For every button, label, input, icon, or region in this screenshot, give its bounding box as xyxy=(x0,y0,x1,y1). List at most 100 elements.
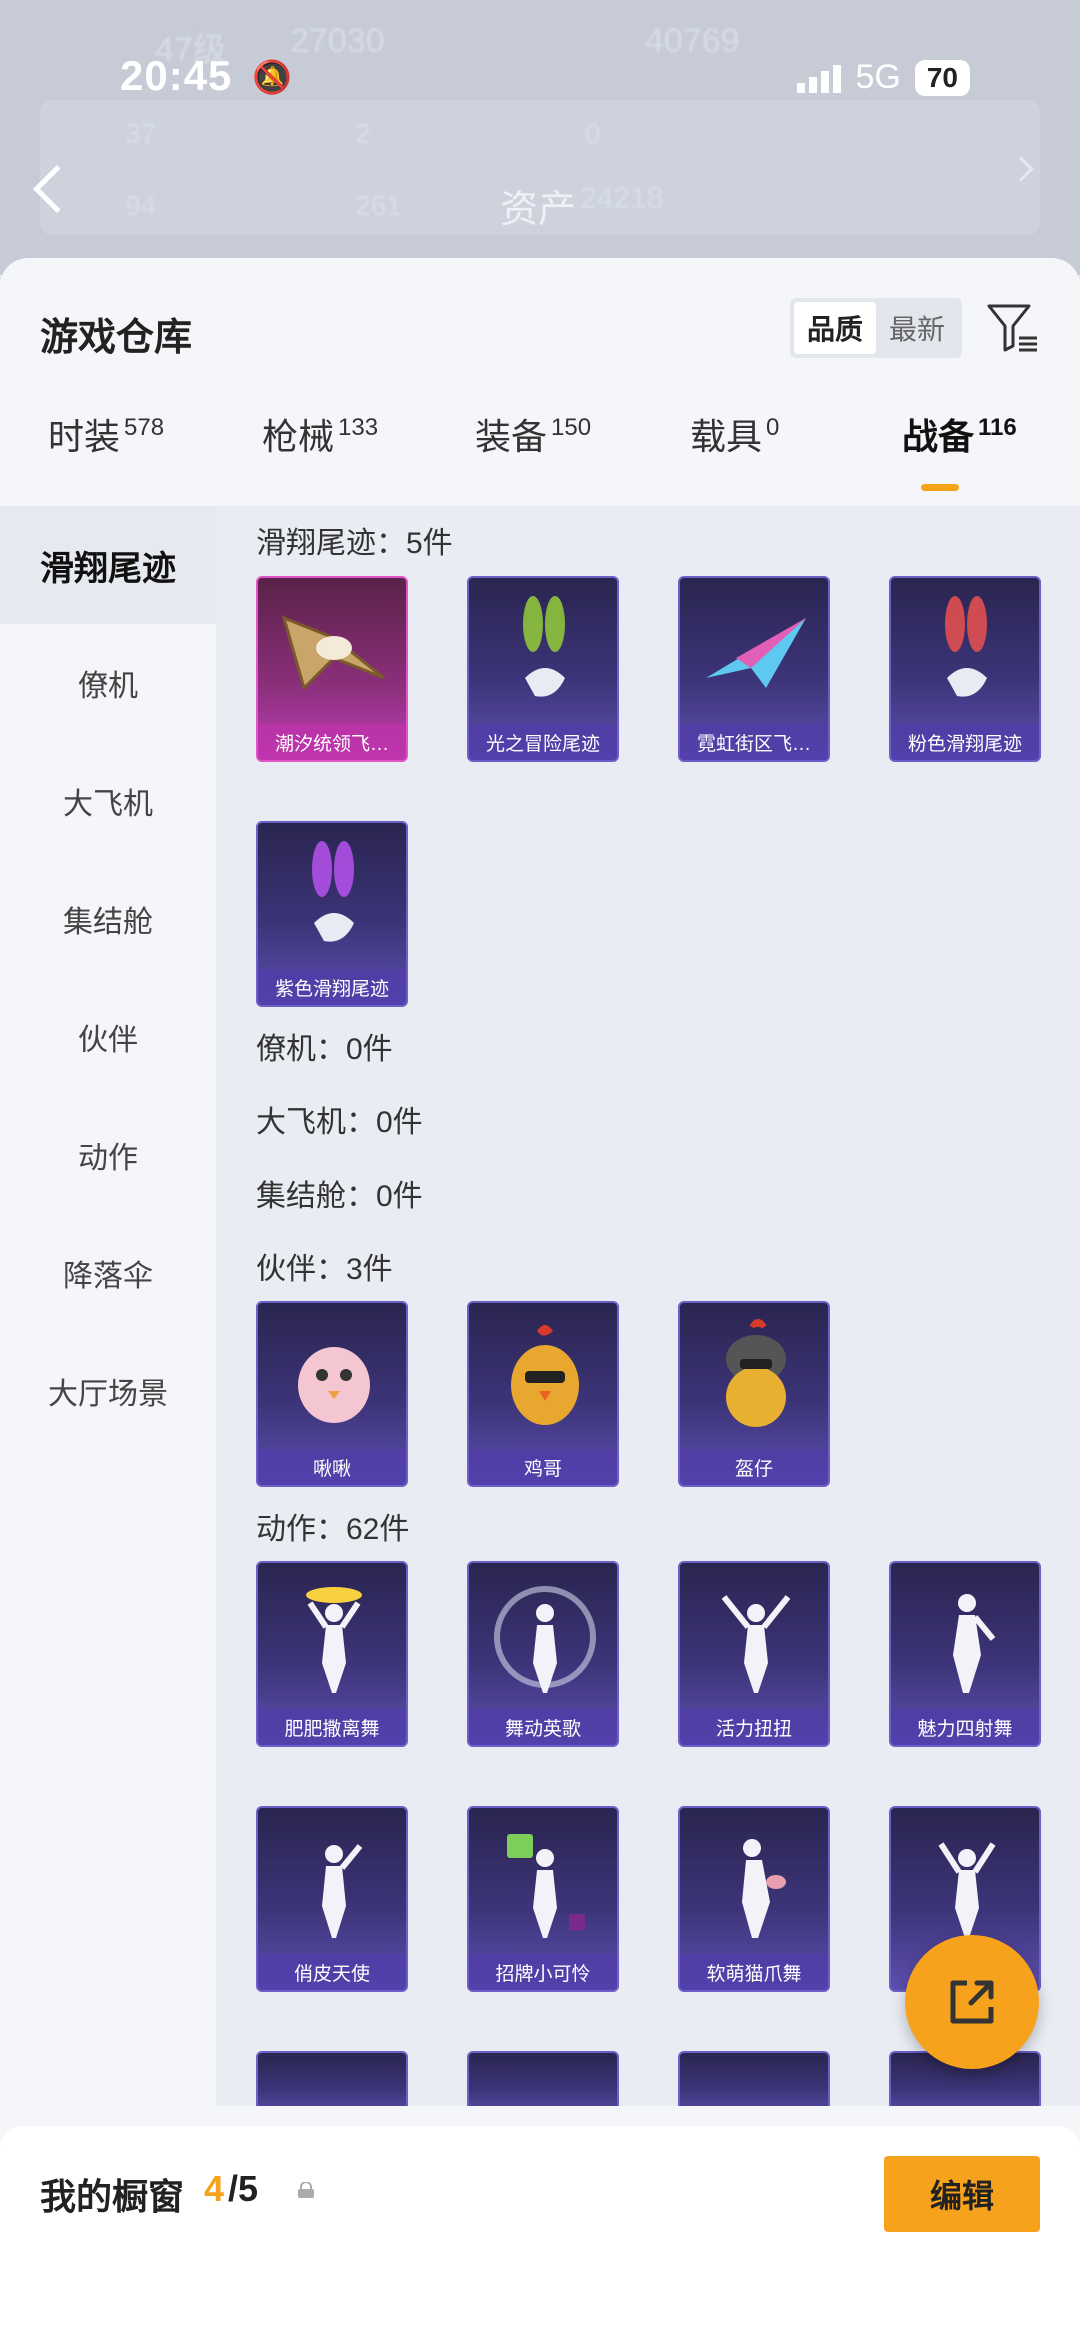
helmet-pet-icon xyxy=(726,1319,786,1427)
item-card[interactable]: 盔仔 xyxy=(678,1301,830,1487)
item-card[interactable] xyxy=(678,2051,830,2106)
item-card[interactable] xyxy=(467,2051,619,2106)
mute-icon: 🔕 xyxy=(252,59,292,95)
item-label: 招牌小可怜 xyxy=(469,1954,617,1990)
sidebar-item-plane[interactable]: 大飞机 xyxy=(0,742,216,860)
item-label: 紫色滑翔尾迹 xyxy=(258,969,406,1005)
showcase-label: 我的橱窗 xyxy=(40,2176,185,2217)
item-card[interactable]: 光之冒险尾迹 xyxy=(467,576,619,762)
tab-vehicles[interactable]: 载具 0 xyxy=(690,408,779,460)
filter-icon[interactable] xyxy=(985,300,1041,356)
tab-count: 133 xyxy=(338,414,379,441)
section-title: 僚机：0件 xyxy=(256,1033,393,1066)
dancer-icon xyxy=(953,1594,996,1693)
section-title: 集结舱：0件 xyxy=(256,1180,423,1213)
item-card[interactable]: 紫色滑翔尾迹 xyxy=(256,821,408,1007)
sidebar-item-glide[interactable]: 滑翔尾迹 xyxy=(0,506,216,624)
tab-count: 150 xyxy=(551,414,592,441)
tab-battle-gear[interactable]: 战备 116 xyxy=(902,408,1017,460)
sidebar-item-pod[interactable]: 集结舱 xyxy=(0,860,216,978)
item-label: 魅力四射舞 xyxy=(891,1709,1039,1745)
item-label: 粉色滑翔尾迹 xyxy=(891,724,1039,760)
assets-value: 24218 xyxy=(580,182,664,215)
item-label: 鸡哥 xyxy=(469,1449,617,1485)
lock-icon xyxy=(298,2182,314,2198)
item-card[interactable]: 肥肥撒离舞 xyxy=(256,1561,408,1747)
edit-button[interactable]: 编辑 xyxy=(884,2156,1040,2232)
tab-label: 装备 xyxy=(475,416,548,457)
bird-pet-icon xyxy=(298,1347,370,1423)
stat-value: 2 xyxy=(355,118,371,149)
item-card[interactable]: 魅力四射舞 xyxy=(889,1561,1041,1747)
item-card[interactable]: 粉色滑翔尾迹 xyxy=(889,576,1041,762)
item-card[interactable]: 舞动英歌 xyxy=(467,1561,619,1747)
smoke-trail-icon xyxy=(945,596,987,697)
sort-quality-button[interactable]: 品质 xyxy=(794,302,876,354)
item-card[interactable]: 招牌小可怜 xyxy=(467,1806,619,1992)
sidebar-item-partner[interactable]: 伙伴 xyxy=(0,978,216,1096)
dancer-icon xyxy=(306,1587,362,1693)
tab-guns[interactable]: 枪械 133 xyxy=(262,408,378,460)
item-card[interactable]: 霓虹街区飞… xyxy=(678,576,830,762)
item-card[interactable] xyxy=(256,2051,408,2106)
chicken-pet-icon xyxy=(511,1325,579,1425)
profile-header-bg: 47级 27030 40769 37 2 0 94 261 24218 资产 2… xyxy=(0,0,1080,275)
share-icon xyxy=(950,1980,994,2024)
tab-equipment[interactable]: 装备 150 xyxy=(475,408,591,460)
network-type: 5G xyxy=(855,58,901,96)
dancer-icon xyxy=(742,1839,786,1938)
tab-count: 0 xyxy=(766,414,780,441)
item-grid: 滑翔尾迹：5件 潮汐统领飞… 光之冒险尾迹 霓虹街区飞… 粉色滑翔尾迹 紫色滑翔… xyxy=(216,506,1080,2106)
sidebar-item-lobby-scene[interactable]: 大厅场景 xyxy=(0,1332,216,1450)
active-tab-indicator xyxy=(921,484,959,491)
sidebar-item-parachute[interactable]: 降落伞 xyxy=(0,1214,216,1332)
smoke-trail-icon xyxy=(523,596,565,697)
section-title: 滑翔尾迹：5件 xyxy=(256,527,453,560)
item-label: 活力扭扭 xyxy=(680,1709,828,1745)
tab-label: 载具 xyxy=(690,416,763,457)
tab-label: 枪械 xyxy=(262,416,335,457)
showcase-total: /5 xyxy=(228,2168,259,2209)
paper-plane-icon xyxy=(706,618,806,688)
stat-value: 261 xyxy=(355,190,402,221)
item-card[interactable]: 潮汐统领飞… xyxy=(256,576,408,762)
glider-icon xyxy=(281,615,385,691)
item-label: 霓虹街区飞… xyxy=(680,724,828,760)
category-sidebar: 滑翔尾迹 僚机 大飞机 集结舱 伙伴 动作 降落伞 大厅场景 xyxy=(0,506,216,2336)
dancer-icon xyxy=(938,1842,996,1938)
smoke-trail-icon xyxy=(312,841,354,942)
item-label: 软萌猫爪舞 xyxy=(680,1954,828,1990)
item-label: 舞动英歌 xyxy=(469,1709,617,1745)
showcase-bar: 我的橱窗 4 /5 编辑 xyxy=(0,2126,1080,2347)
section-title: 动作：62件 xyxy=(256,1513,410,1546)
tab-count: 116 xyxy=(978,414,1017,441)
item-card[interactable]: 啾啾 xyxy=(256,1301,408,1487)
item-card[interactable]: 软萌猫爪舞 xyxy=(678,1806,830,1992)
sort-newest-button[interactable]: 最新 xyxy=(876,302,958,354)
item-label: 潮汐统领飞… xyxy=(258,724,406,760)
item-card[interactable]: 俏皮天使 xyxy=(256,1806,408,1992)
page-title: 游戏仓库 xyxy=(40,317,193,359)
tab-fashion[interactable]: 时装 578 xyxy=(48,408,164,460)
item-label: 俏皮天使 xyxy=(258,1954,406,1990)
stat-value: 0 xyxy=(585,118,601,149)
item-card[interactable]: 鸡哥 xyxy=(467,1301,619,1487)
dancer-icon xyxy=(507,1834,585,1938)
showcase-count: 4 xyxy=(204,2168,225,2209)
item-label: 光之冒险尾迹 xyxy=(469,724,617,760)
tab-label: 时装 xyxy=(48,416,121,457)
sidebar-item-emote[interactable]: 动作 xyxy=(0,1096,216,1214)
section-title: 大飞机：0件 xyxy=(256,1106,423,1139)
item-label: 盔仔 xyxy=(680,1449,828,1485)
share-button[interactable] xyxy=(905,1935,1039,2069)
tab-count: 578 xyxy=(124,414,165,441)
dancer-icon xyxy=(721,1595,791,1693)
dancer-icon xyxy=(494,1586,596,1693)
section-title: 伙伴：3件 xyxy=(256,1253,393,1286)
sidebar-item-wingman[interactable]: 僚机 xyxy=(0,624,216,742)
stat-value: 37 xyxy=(125,118,157,149)
item-card[interactable]: 活力扭扭 xyxy=(678,1561,830,1747)
sort-toggle: 品质 最新 xyxy=(790,298,962,358)
item-label: 肥肥撒离舞 xyxy=(258,1709,406,1745)
assets-title: 资产 xyxy=(500,189,577,231)
